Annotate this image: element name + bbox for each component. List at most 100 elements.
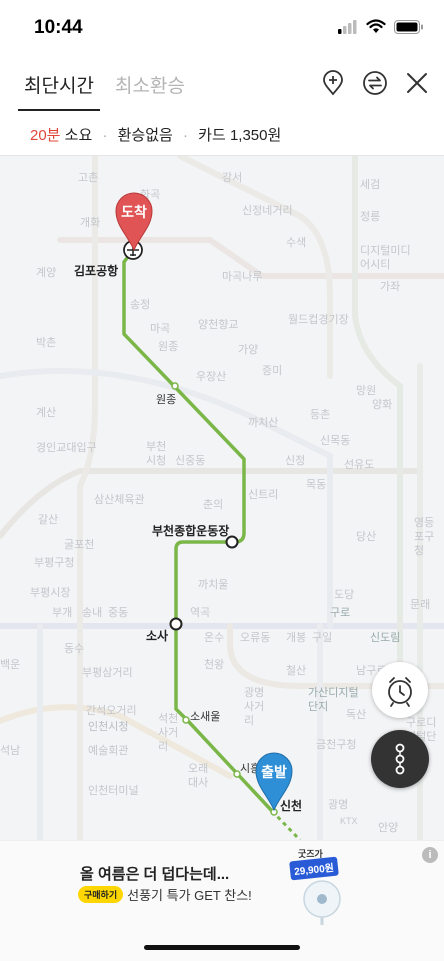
map-label: 광명 bbox=[328, 799, 349, 811]
map-label: 영등포구청 bbox=[414, 517, 435, 557]
map-label: 마곡 bbox=[150, 323, 171, 335]
map-label: 구일 bbox=[312, 632, 333, 644]
map-label: 가양 bbox=[238, 344, 259, 356]
cellular-signal-icon bbox=[338, 19, 357, 34]
map-label: 목동 bbox=[306, 479, 327, 491]
tab-min-transfer[interactable]: 최소환승 bbox=[115, 71, 185, 98]
map-label: 원종 bbox=[158, 341, 179, 353]
map-label: 도당 bbox=[334, 589, 355, 601]
map-label: 계양 bbox=[36, 267, 57, 279]
route-summary: 20분 소요 · 환승없음 · 카드 1,350원 bbox=[0, 112, 444, 156]
map-label: 안양 bbox=[378, 822, 399, 834]
map-label: 역곡 bbox=[190, 607, 211, 619]
map-label: 양천향교 bbox=[198, 319, 239, 331]
ad-subtitle-row: 구매하기 선풍기 특가 GET 찬스! bbox=[78, 885, 252, 904]
map-label: 간석오거리 bbox=[86, 705, 137, 717]
route-detail-button[interactable] bbox=[371, 730, 429, 788]
station-sosa[interactable]: 소사 bbox=[146, 627, 168, 644]
map-label: 문래 bbox=[410, 599, 431, 611]
alarm-icon bbox=[388, 677, 412, 707]
map-label: 양화 bbox=[372, 399, 393, 411]
map-label: 신트리 bbox=[248, 489, 279, 501]
map-label: 경인교대입구 bbox=[36, 442, 97, 454]
map-label: 부평시장 bbox=[30, 587, 71, 599]
departure-pin-label: 출발 bbox=[261, 764, 287, 780]
map-label: 박촌 bbox=[36, 337, 57, 349]
map-label: 까치울 bbox=[198, 579, 229, 591]
station-wonjong[interactable]: 원종 bbox=[156, 391, 176, 407]
map-label: 오류동 bbox=[240, 632, 271, 644]
status-time: 10:44 bbox=[34, 17, 83, 38]
map-label: 송정 bbox=[130, 299, 151, 311]
fan-icon bbox=[303, 880, 341, 925]
station-sosaeul[interactable]: 소새울 bbox=[190, 708, 220, 724]
map-label: 증미 bbox=[262, 365, 283, 377]
alarm-button[interactable] bbox=[372, 662, 428, 718]
map-label: 가산디지털단지 bbox=[308, 687, 359, 713]
map-label: 월드컵경기장 bbox=[288, 314, 349, 326]
add-stop-icon[interactable] bbox=[320, 70, 346, 96]
active-tab-indicator bbox=[18, 109, 100, 111]
map-label: 등촌 bbox=[310, 409, 331, 421]
arrival-pin[interactable]: 도착 bbox=[114, 190, 154, 252]
map-label: 당산 bbox=[356, 531, 377, 543]
map-label: 금천구청 bbox=[316, 739, 357, 751]
swap-icon[interactable] bbox=[362, 70, 388, 96]
map-label: 부평구청 bbox=[34, 557, 75, 569]
map-label: 우장산 bbox=[196, 371, 227, 383]
status-bar: 10:44 bbox=[0, 0, 444, 56]
map-label: 철산 bbox=[286, 665, 307, 677]
separator: · bbox=[102, 127, 108, 144]
wifi-icon bbox=[366, 19, 386, 33]
ad-banner[interactable]: 올 여름은 더 덥다는데... 구매하기 선풍기 특가 GET 찬스! 굿즈가 … bbox=[0, 840, 444, 961]
map-label: 석남 bbox=[0, 745, 21, 757]
map-label: 고촌 bbox=[78, 172, 99, 184]
map-label: 백운 bbox=[0, 659, 21, 671]
duration-suffix: 소요 bbox=[60, 127, 93, 144]
departure-pin[interactable]: 출발 bbox=[254, 750, 294, 812]
map-label: 굴포천 bbox=[64, 539, 95, 551]
transfer-info: 환승없음 bbox=[117, 127, 173, 144]
map-label: 디지털미디어시티 bbox=[360, 245, 411, 271]
battery-icon bbox=[394, 19, 423, 34]
map-label: 세검 bbox=[360, 179, 381, 191]
ad-info-icon[interactable]: i bbox=[422, 847, 438, 863]
map-label: 부천시청 bbox=[146, 441, 167, 467]
map-label: 석천사거리 bbox=[158, 713, 179, 753]
map-label: 수색 bbox=[286, 237, 307, 249]
fare-info: 카드 1,350원 bbox=[198, 127, 282, 144]
map-label: 동수 bbox=[64, 643, 85, 655]
map-label: 마곡나루 bbox=[222, 271, 263, 283]
map-label: 가좌 bbox=[380, 281, 401, 293]
map-label: 부개 bbox=[52, 607, 73, 619]
map-label: 신목동 bbox=[320, 435, 351, 447]
map-label: 개봉 bbox=[286, 632, 307, 644]
map-label: 천왕 bbox=[204, 659, 225, 671]
station-gimpo-airport[interactable]: 김포공항 bbox=[74, 262, 118, 279]
map-label: 정릉 bbox=[360, 211, 381, 223]
map-label: 강서 bbox=[222, 172, 243, 184]
map-label: 온수 bbox=[204, 632, 225, 644]
route-detail-icon bbox=[395, 743, 405, 775]
ad-product-image: 굿즈가 29,900원 bbox=[289, 847, 350, 927]
map-label: 신도림 bbox=[370, 632, 401, 644]
station-bucheon-stadium[interactable]: 부천종합운동장 bbox=[152, 522, 229, 539]
map-label: 까치산 bbox=[248, 417, 279, 429]
ad-buy-badge[interactable]: 구매하기 bbox=[78, 886, 124, 903]
map-label: 부평삼거리 bbox=[82, 667, 133, 679]
map-label: 갈산 bbox=[38, 514, 59, 526]
map-label: 선유도 bbox=[344, 459, 375, 471]
status-icons bbox=[338, 19, 424, 34]
map-label: 송내 bbox=[82, 607, 103, 619]
map-label: 신정네거리 bbox=[242, 205, 293, 217]
map-label: 신정 bbox=[285, 455, 306, 467]
tab-fastest[interactable]: 최단시간 bbox=[24, 71, 94, 98]
map-label: 인천시청 bbox=[88, 721, 129, 733]
route-tabs-bar: 최단시간 최소환승 bbox=[0, 56, 444, 113]
arrival-pin-label: 도착 bbox=[121, 204, 147, 220]
close-icon[interactable] bbox=[404, 70, 430, 96]
map-label: 삼산체육관 bbox=[94, 494, 145, 506]
duration-value: 20분 bbox=[30, 127, 61, 144]
separator: · bbox=[183, 127, 188, 144]
map-label: 구로 bbox=[330, 607, 351, 619]
